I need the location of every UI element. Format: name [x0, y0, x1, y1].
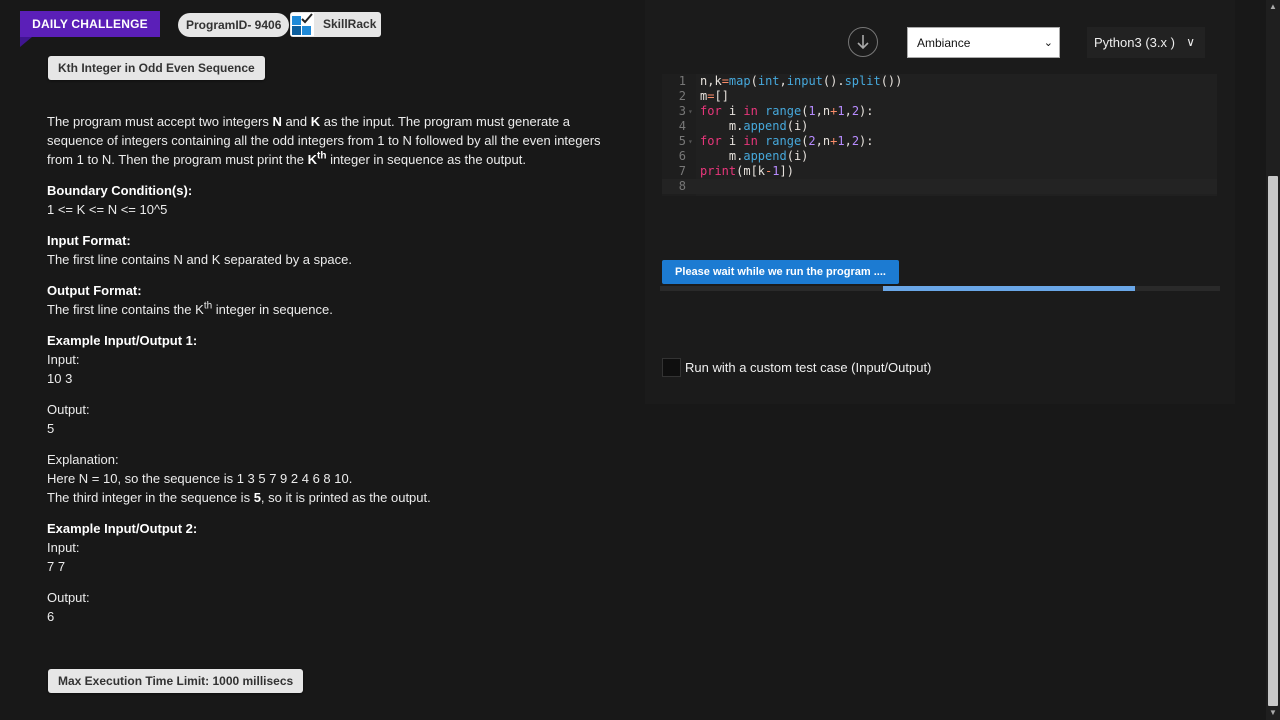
- chevron-down-icon: ∨: [1186, 35, 1195, 49]
- custom-test-checkbox[interactable]: [662, 358, 681, 377]
- code-text: for i in range(2,n+1,2):: [700, 134, 874, 148]
- arrow-down-circle-icon[interactable]: [848, 27, 878, 57]
- chevron-down-icon: ⌄: [1043, 37, 1053, 49]
- explanation-label: Explanation:: [47, 452, 119, 467]
- skillrack-label: SkillRack: [323, 17, 377, 31]
- arrow-down-icon: [857, 35, 869, 50]
- problem-title: Kth Integer in Odd Even Sequence: [48, 56, 265, 80]
- line-number: 1: [678, 74, 686, 88]
- editor-panel: [645, 0, 1235, 404]
- theme-select-value: Ambiance: [917, 36, 971, 50]
- problem-statement: The program must accept two integers N a…: [47, 112, 607, 169]
- scroll-down-icon[interactable]: ▼: [1269, 708, 1277, 717]
- line-number: 7: [678, 164, 686, 178]
- output-format-sup: th: [203, 300, 213, 312]
- daily-challenge-badge: DAILY CHALLENGE: [20, 11, 160, 37]
- code-line: 6 m.append(i): [662, 149, 1217, 164]
- custom-test-label[interactable]: Run with a custom test case (Input/Outpu…: [685, 360, 931, 375]
- example1-output-label: Output:: [47, 402, 90, 417]
- code-line: 5 ▾ for i in range(2,n+1,2):: [662, 134, 1217, 149]
- code-line: 7 print(m[k-1]): [662, 164, 1217, 179]
- time-limit-badge: Max Execution Time Limit: 1000 millisecs: [48, 669, 304, 693]
- example1-heading: Example Input/Output 1:: [47, 333, 198, 348]
- statement-part: integer in sequence as the output.: [326, 152, 526, 167]
- example2-input: 7 7: [47, 559, 66, 574]
- input-format-text: The first line contains N and K separate…: [47, 252, 352, 267]
- code-line: 2 m=[]: [662, 89, 1217, 104]
- boundary-heading: Boundary Condition(s):: [47, 183, 193, 198]
- code-text: m=[]: [700, 89, 729, 103]
- code-text: n,k=map(int,input().split()): [700, 74, 903, 88]
- line-number: 6: [678, 149, 686, 163]
- line-number: 2: [678, 89, 686, 103]
- example1-input: 10 3: [47, 371, 73, 386]
- statement-part: The program must accept two integers: [47, 114, 273, 129]
- output-format-heading: Output Format:: [47, 283, 142, 298]
- output-format-part: The first line contains the K: [47, 302, 204, 317]
- example1-output: 5: [47, 421, 55, 436]
- run-progress-bar: [660, 286, 1220, 291]
- output-format-part: integer in sequence.: [212, 302, 333, 317]
- code-line: 4 m.append(i): [662, 119, 1217, 134]
- page-scrollbar[interactable]: ▲ ▼: [1266, 0, 1280, 720]
- output-format-text: The first line contains the Kth integer …: [47, 300, 607, 319]
- explanation-line1: Here N = 10, so the sequence is 1 3 5 7 …: [47, 471, 353, 486]
- explanation-part: The third integer in the sequence is: [47, 490, 254, 505]
- code-editor[interactable]: 1 n,k=map(int,input().split()) 2 m=[] 3 …: [662, 74, 1217, 196]
- skillrack-button[interactable]: SkillRack: [290, 12, 381, 37]
- line-number: 4: [678, 119, 686, 133]
- code-text: m.append(i): [700, 149, 809, 163]
- code-line: 3 ▾ for i in range(1,n+1,2):: [662, 104, 1217, 119]
- example1-input-label: Input:: [47, 352, 80, 367]
- problem-description: The program must accept two integers N a…: [47, 112, 607, 626]
- code-line-active: 8: [662, 179, 1217, 194]
- fold-arrow-icon[interactable]: ▾: [688, 104, 693, 119]
- statement-k: K: [310, 114, 321, 129]
- program-id-chip: ProgramID- 9406: [178, 13, 290, 37]
- input-format-heading: Input Format:: [47, 233, 131, 248]
- run-status-button[interactable]: Please wait while we run the program ...…: [662, 260, 899, 284]
- daily-badge-ribbon: [20, 37, 32, 47]
- explanation-part: , so it is printed as the output.: [260, 490, 431, 505]
- language-select-value: Python3 (3.x ): [1094, 35, 1175, 50]
- run-progress-fill: [882, 286, 1135, 291]
- explanation-line2: The third integer in the sequence is 5, …: [47, 488, 607, 507]
- line-number: 3: [678, 104, 686, 118]
- example2-output: 6: [47, 609, 55, 624]
- language-select[interactable]: Python3 (3.x ) ∨: [1087, 27, 1205, 58]
- code-text: for i in range(1,n+1,2):: [700, 104, 874, 118]
- code-line: 1 n,k=map(int,input().split()): [662, 74, 1217, 89]
- example2-heading: Example Input/Output 2:: [47, 521, 198, 536]
- explanation-bold: 5: [253, 490, 261, 505]
- boundary-value: 1 <= K <= N <= 10^5: [47, 202, 168, 217]
- skillrack-logo-icon: [291, 13, 314, 36]
- line-number: 5: [678, 134, 686, 148]
- statement-part: and: [281, 114, 311, 129]
- scroll-up-icon[interactable]: ▲: [1269, 2, 1277, 11]
- statement-n: N: [272, 114, 282, 129]
- example2-input-label: Input:: [47, 540, 80, 555]
- theme-select[interactable]: Ambiance ⌄: [907, 27, 1060, 58]
- code-text: m.append(i): [700, 119, 809, 133]
- scrollbar-thumb[interactable]: [1268, 176, 1278, 706]
- statement-kth: K: [307, 152, 317, 167]
- line-number: 8: [678, 179, 686, 193]
- fold-arrow-icon[interactable]: ▾: [688, 134, 693, 149]
- example2-output-label: Output:: [47, 590, 90, 605]
- code-text: print(m[k-1]): [700, 164, 794, 178]
